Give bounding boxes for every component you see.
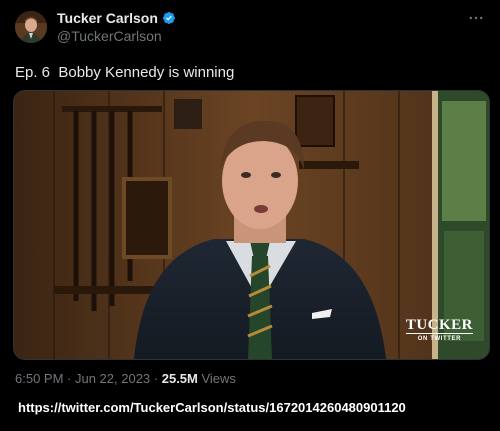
watermark-main-text: TUCKER bbox=[405, 317, 473, 333]
views-label: Views bbox=[197, 371, 236, 386]
views-count: 25.5M bbox=[161, 371, 198, 386]
tweet: Tucker Carlson @TuckerCarlson Ep. 6 Bobb… bbox=[0, 0, 500, 431]
status-url-link[interactable]: https://twitter.com/TuckerCarlson/status… bbox=[18, 400, 406, 415]
verified-badge-icon bbox=[162, 11, 176, 25]
meta-separator: · bbox=[63, 371, 75, 386]
watermark-sub-text: ON TWITTER bbox=[405, 333, 473, 343]
more-options-icon[interactable] bbox=[466, 8, 486, 28]
tweet-date[interactable]: Jun 22, 2023 bbox=[75, 371, 150, 386]
author-handle[interactable]: @TuckerCarlson bbox=[57, 28, 162, 44]
author-avatar[interactable] bbox=[15, 11, 47, 43]
tweet-text: Ep. 6 Bobby Kennedy is winning bbox=[15, 64, 235, 81]
tweet-metadata: 6:50 PM · Jun 22, 2023 · 25.5M Views bbox=[15, 371, 236, 386]
tweet-time[interactable]: 6:50 PM bbox=[15, 371, 63, 386]
video-media[interactable]: TUCKER ON TWITTER bbox=[13, 90, 490, 360]
avatar-image bbox=[15, 11, 47, 43]
video-watermark: TUCKER ON TWITTER bbox=[405, 317, 473, 343]
author-display-name[interactable]: Tucker Carlson bbox=[57, 10, 158, 26]
meta-separator: · bbox=[150, 371, 162, 386]
author-name-row: Tucker Carlson bbox=[57, 10, 176, 26]
